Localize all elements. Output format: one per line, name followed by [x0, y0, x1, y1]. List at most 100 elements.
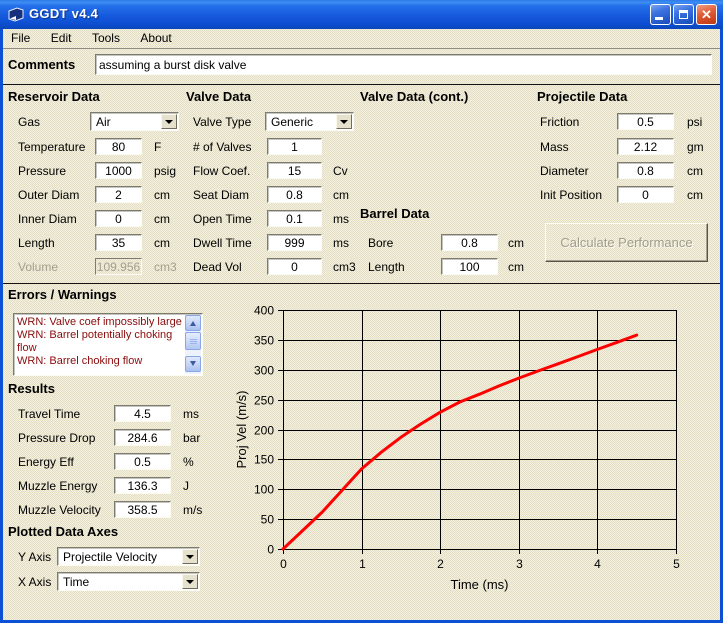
- scroll-thumb[interactable]: [185, 332, 201, 350]
- app-icon: [8, 7, 24, 22]
- comments-input[interactable]: [95, 54, 712, 75]
- mass-input[interactable]: [617, 138, 674, 155]
- scroll-down-button[interactable]: [185, 356, 201, 372]
- svg-text:Proj Vel (m/s): Proj Vel (m/s): [234, 390, 249, 468]
- scroll-up-button[interactable]: [185, 315, 201, 331]
- errors-listbox[interactable]: WRN: Valve coef impossibly large WRN: Ba…: [13, 313, 203, 376]
- app-body: File Edit Tools About Comments Reservoir…: [3, 29, 720, 620]
- minimize-button[interactable]: [650, 4, 671, 25]
- y-axis-select[interactable]: Projectile Velocity: [57, 547, 200, 566]
- svg-text:400: 400: [254, 304, 274, 318]
- section-header-results: Results: [8, 381, 55, 396]
- friction-input[interactable]: [617, 113, 674, 130]
- section-header-projectile: Projectile Data: [537, 89, 627, 104]
- x-axis-select[interactable]: Time: [57, 572, 200, 591]
- init-position-unit: cm: [687, 185, 703, 205]
- open-time-unit: ms: [333, 209, 349, 229]
- maximize-icon: [679, 10, 688, 19]
- diameter-input[interactable]: [617, 162, 674, 179]
- init-position-input[interactable]: [617, 186, 674, 203]
- field-row: Diameter cm: [3, 161, 720, 181]
- errors-scrollbar[interactable]: [185, 315, 201, 374]
- svg-text:200: 200: [254, 424, 274, 438]
- muzzle-energy-output[interactable]: [114, 477, 171, 494]
- x-axis-label: X Axis: [18, 572, 51, 592]
- bore-label: Bore: [368, 233, 393, 253]
- menu-tools[interactable]: Tools: [84, 29, 128, 48]
- calculate-performance-button[interactable]: Calculate Performance: [545, 223, 708, 262]
- close-button[interactable]: ✕: [696, 4, 717, 25]
- close-icon: ✕: [701, 7, 712, 22]
- warning-item[interactable]: WRN: Barrel choking flow: [17, 355, 182, 368]
- svg-text:300: 300: [254, 364, 274, 378]
- muzzle-velocity-label: Muzzle Velocity: [18, 500, 101, 520]
- comments-label: Comments: [8, 57, 75, 72]
- field-row: Init Position cm: [3, 185, 720, 205]
- svg-text:3: 3: [516, 557, 523, 571]
- svg-text:2: 2: [437, 557, 444, 571]
- diameter-unit: cm: [687, 161, 703, 181]
- energy-eff-output[interactable]: [114, 453, 171, 470]
- open-time-input[interactable]: [267, 210, 322, 227]
- window-title: GGDT v4.4: [29, 6, 98, 21]
- energy-eff-unit: %: [183, 452, 194, 472]
- pressure-drop-label: Pressure Drop: [18, 428, 95, 448]
- menu-file[interactable]: File: [3, 29, 38, 48]
- performance-chart: 012345050100150200250300350400Time (ms)P…: [230, 295, 720, 617]
- app-window: GGDT v4.4 ✕ File Edit Tools About Commen…: [0, 0, 723, 623]
- x-axis-dropdown-button[interactable]: [182, 574, 198, 589]
- mass-label: Mass: [540, 137, 569, 157]
- svg-text:1: 1: [359, 557, 366, 571]
- muzzle-energy-unit: J: [183, 476, 189, 496]
- svg-text:50: 50: [261, 513, 275, 527]
- maximize-button[interactable]: [673, 4, 694, 25]
- section-header-valve-cont: Valve Data (cont.): [360, 89, 468, 104]
- friction-unit: psi: [687, 112, 702, 132]
- separator-top: [3, 84, 720, 85]
- grip-icon: [190, 339, 197, 340]
- barrel-length-label: Length: [368, 257, 405, 277]
- pressure-drop-unit: bar: [183, 428, 200, 448]
- section-header-errors: Errors / Warnings: [8, 287, 117, 302]
- menu-bar: File Edit Tools About: [3, 29, 720, 49]
- travel-time-label: Travel Time: [18, 404, 80, 424]
- warning-item[interactable]: WRN: Valve coef impossibly large: [17, 316, 182, 329]
- menu-edit[interactable]: Edit: [43, 29, 80, 48]
- svg-text:100: 100: [254, 483, 274, 497]
- section-header-valve: Valve Data: [186, 89, 251, 104]
- field-row: Mass gm: [3, 137, 720, 157]
- title-bar[interactable]: GGDT v4.4 ✕: [0, 0, 723, 29]
- errors-list: WRN: Valve coef impossibly large WRN: Ba…: [17, 316, 182, 368]
- svg-text:150: 150: [254, 453, 274, 467]
- chevron-down-icon: [190, 361, 196, 366]
- section-header-reservoir: Reservoir Data: [8, 89, 100, 104]
- field-row: Friction psi: [3, 112, 720, 132]
- chevron-down-icon: [186, 555, 194, 559]
- svg-text:350: 350: [254, 334, 274, 348]
- travel-time-output[interactable]: [114, 405, 171, 422]
- minimize-icon: [655, 17, 663, 20]
- svg-text:Time (ms): Time (ms): [450, 577, 508, 592]
- muzzle-velocity-output[interactable]: [114, 501, 171, 518]
- menu-about[interactable]: About: [132, 29, 179, 48]
- y-axis-label: Y Axis: [18, 547, 51, 567]
- svg-text:0: 0: [280, 557, 287, 571]
- muzzle-energy-label: Muzzle Energy: [18, 476, 97, 496]
- warning-item[interactable]: WRN: Barrel potentially choking flow: [17, 329, 182, 355]
- pressure-drop-output[interactable]: [114, 429, 171, 446]
- chevron-down-icon: [186, 580, 194, 584]
- y-axis-value: Projectile Velocity: [63, 550, 157, 564]
- travel-time-unit: ms: [183, 404, 199, 424]
- y-axis-dropdown-button[interactable]: [182, 549, 198, 564]
- energy-eff-label: Energy Eff: [18, 452, 74, 472]
- muzzle-velocity-unit: m/s: [183, 500, 202, 520]
- bore-input[interactable]: [441, 234, 498, 251]
- bore-unit: cm: [508, 233, 524, 253]
- separator-middle: [3, 283, 720, 284]
- svg-text:4: 4: [594, 557, 601, 571]
- section-header-plotted-axes: Plotted Data Axes: [8, 524, 118, 539]
- mass-unit: gm: [687, 137, 704, 157]
- barrel-length-input[interactable]: [441, 258, 498, 275]
- svg-text:5: 5: [673, 557, 680, 571]
- chevron-up-icon: [190, 321, 196, 326]
